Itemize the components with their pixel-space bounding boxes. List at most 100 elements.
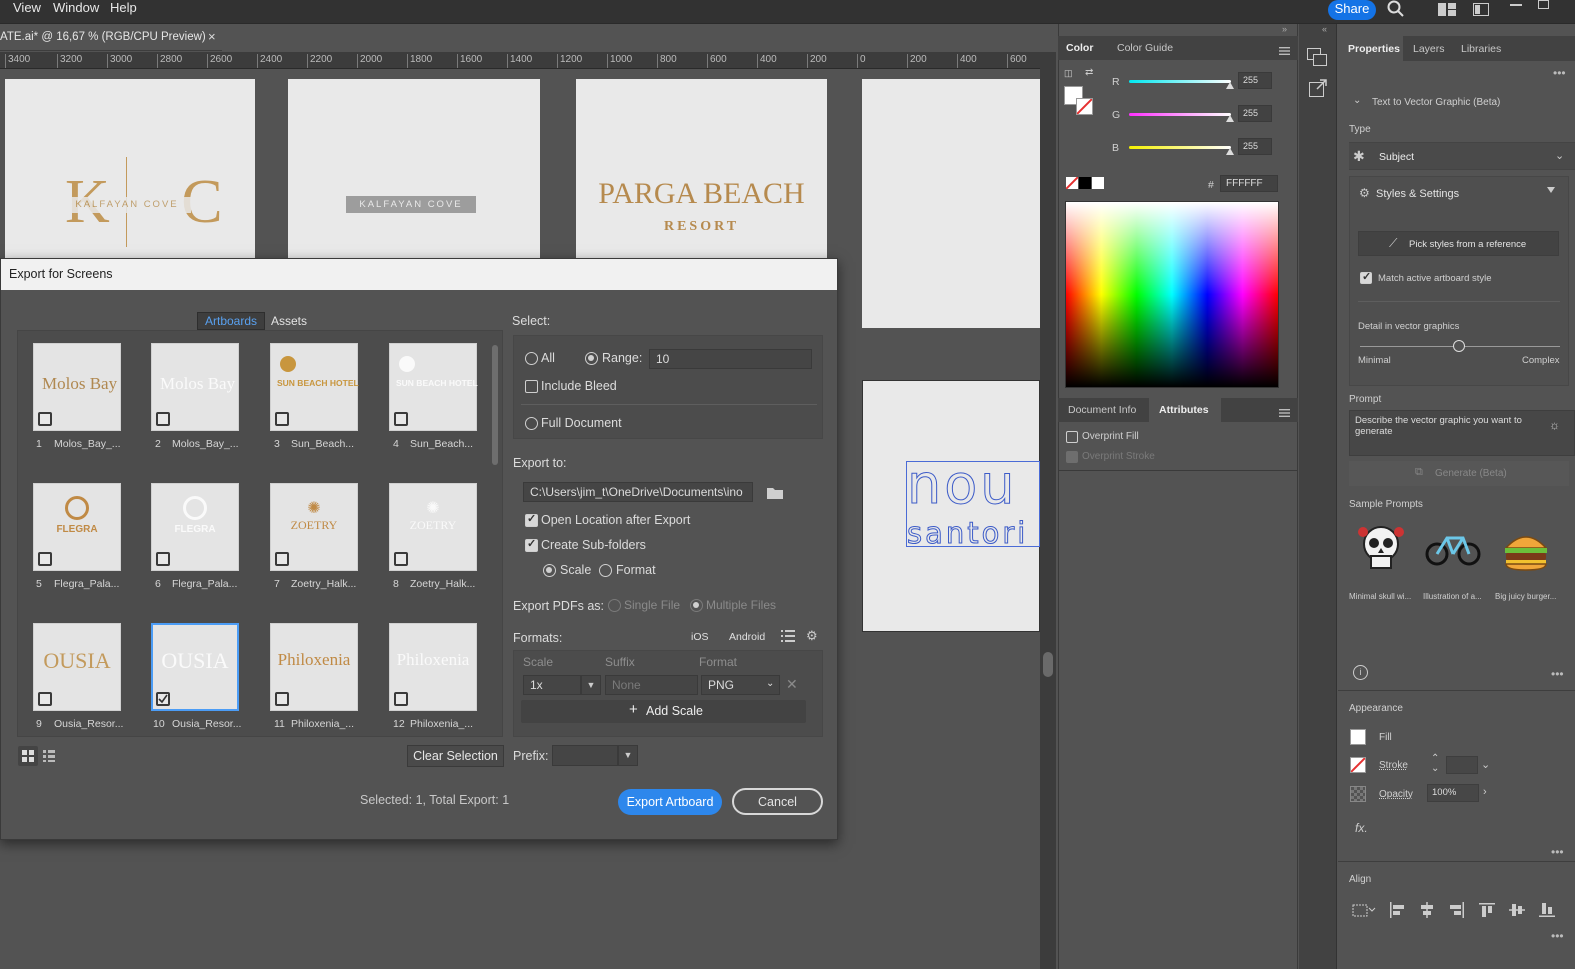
prompt-input[interactable]: Describe the vector graphic you want to … [1349,410,1575,456]
radio-format[interactable] [599,564,612,577]
scale-select[interactable]: 1x [523,675,581,695]
artboard-checkbox[interactable] [38,692,52,706]
artboard-checkbox[interactable] [156,552,170,566]
stroke-stepper-icon[interactable]: ⌃ ⌄ [1431,754,1439,774]
export-path-input[interactable]: C:\Users\jim_t\OneDrive\Documents\ino [523,482,753,502]
tab-libraries[interactable]: Libraries [1461,43,1501,55]
include-bleed-checkbox[interactable] [525,380,538,393]
artboard-checkbox[interactable] [38,412,52,426]
styles-caret-down-icon[interactable] [1547,187,1555,193]
b-slider[interactable] [1129,146,1231,149]
panel-menu-icon[interactable] [1279,406,1290,420]
artboard-parga[interactable]: PARGA BEACH RESORT [576,79,827,259]
tab-artboards[interactable]: Artboards [197,312,265,330]
stroke-weight-input[interactable] [1446,756,1478,774]
artboard-checkbox[interactable] [394,412,408,426]
radio-single-file[interactable] [608,599,621,612]
artboard-thumb-11[interactable]: Philoxenia [270,623,358,711]
format-chevron-down-icon[interactable]: ⌄ [766,678,774,689]
list-view-icon[interactable] [43,750,55,765]
expand-panels-icon[interactable]: « [1322,24,1327,34]
tab-attributes[interactable]: Attributes [1159,404,1209,416]
tab-assets[interactable]: Assets [271,314,307,328]
artboard-thumb-4[interactable]: SUN BEACH HOTEL [389,343,478,431]
artboard-thumb-8[interactable]: ✺ ZOETRY [389,483,477,571]
none-swatch[interactable] [1065,176,1079,190]
r-value-input[interactable]: 255 [1238,72,1272,89]
artboard-checkbox[interactable] [275,692,289,706]
grid-scrollbar[interactable] [492,345,498,465]
artboard-checkbox-checked[interactable] [156,692,170,706]
artboard-thumb-6[interactable]: FLEGRA [151,483,239,571]
artboard-checkbox[interactable] [394,552,408,566]
lightbulb-icon[interactable]: ☼ [1549,418,1560,432]
info-icon[interactable]: i [1353,665,1368,680]
g-value-input[interactable]: 255 [1238,105,1272,122]
artboard-checkbox[interactable] [156,412,170,426]
stroke-swatch[interactable] [1076,98,1093,115]
list-options-icon[interactable] [781,630,795,645]
artboard-blank[interactable] [862,79,1040,328]
tab-properties[interactable]: Properties [1348,43,1400,55]
skull-sample-icon[interactable] [1355,522,1407,577]
artboard-thumb-9[interactable]: OUSIA [33,623,121,711]
tab-color[interactable]: Color [1066,42,1093,54]
scrollbar-thumb[interactable] [1043,652,1053,677]
match-style-checkbox[interactable] [1360,270,1372,284]
g-slider[interactable] [1129,113,1231,116]
restore-icon[interactable] [1538,0,1549,9]
prefix-input[interactable] [552,745,618,766]
search-icon[interactable] [1387,0,1405,23]
pick-styles-button[interactable]: ⟋ Pick styles from a reference [1358,231,1559,256]
artboard-thumb-2[interactable]: Molos Bay [151,343,239,431]
more-options-icon[interactable]: ••• [1551,929,1564,943]
r-slider[interactable] [1129,80,1231,83]
menu-window[interactable]: Window [53,0,99,16]
cancel-button[interactable]: Cancel [732,788,823,815]
opacity-label[interactable]: Opacity [1379,789,1413,800]
quick-swatches[interactable] [1065,176,1104,190]
align-bottom-icon[interactable] [1539,902,1555,921]
gear-icon[interactable]: ⚙ [806,628,818,644]
radio-range[interactable] [585,352,598,365]
color-spectrum[interactable] [1065,201,1279,388]
more-options-icon[interactable]: ••• [1551,667,1564,681]
b-value-input[interactable]: 255 [1238,138,1272,155]
radio-scale[interactable] [543,564,556,577]
share-button[interactable]: Share [1328,0,1376,20]
android-preset[interactable]: Android [729,631,765,643]
artboard-checkbox[interactable] [38,552,52,566]
remove-scale-icon[interactable]: ✕ [786,676,798,693]
stroke-weight-chevron-down-icon[interactable]: ⌄ [1481,758,1490,771]
radio-multiple-files[interactable] [690,599,703,612]
export-panel-icon[interactable] [1309,79,1327,100]
canvas-scrollbar[interactable] [1040,52,1056,969]
align-horizontal-center-icon[interactable] [1419,902,1435,921]
fill-color-swatch[interactable] [1350,729,1366,745]
overprint-fill-checkbox[interactable] [1066,431,1078,443]
more-options-icon[interactable]: ••• [1551,845,1564,859]
export-artboard-button[interactable]: Export Artboard [618,789,722,815]
opacity-input[interactable]: 100% [1427,784,1479,802]
fx-icon[interactable]: fx. [1355,821,1368,835]
section-collapse-chevron-icon[interactable]: ⌄ [1353,95,1361,106]
black-swatch[interactable] [1079,177,1091,189]
artboard-thumb-3[interactable]: SUN BEACH HOTEL [270,343,359,431]
workspace-icon[interactable] [1438,3,1456,19]
artboard-checkbox[interactable] [275,552,289,566]
align-vertical-center-icon[interactable] [1509,902,1525,921]
artboard-kalfayan[interactable]: KALFAYAN COVE [288,79,540,259]
artboard-thumb-7[interactable]: ✺ ZOETRY [270,483,358,571]
menu-help[interactable]: Help [110,0,137,16]
artboard-kc[interactable]: K C KALFAYAN COVE [5,79,255,259]
grid-view-icon[interactable] [18,746,38,766]
styles-settings-label[interactable]: Styles & Settings [1376,188,1459,200]
g-slider-thumb[interactable] [1226,115,1234,122]
align-top-icon[interactable] [1479,902,1495,921]
hex-input[interactable]: FFFFFF [1220,175,1278,192]
artboards-panel-icon[interactable] [1307,48,1327,69]
radio-full-document[interactable] [525,417,538,430]
collapse-panels-icon[interactable]: » [1282,24,1287,34]
create-subfolders-checkbox[interactable] [525,537,538,552]
burger-sample-icon[interactable] [1502,528,1550,575]
